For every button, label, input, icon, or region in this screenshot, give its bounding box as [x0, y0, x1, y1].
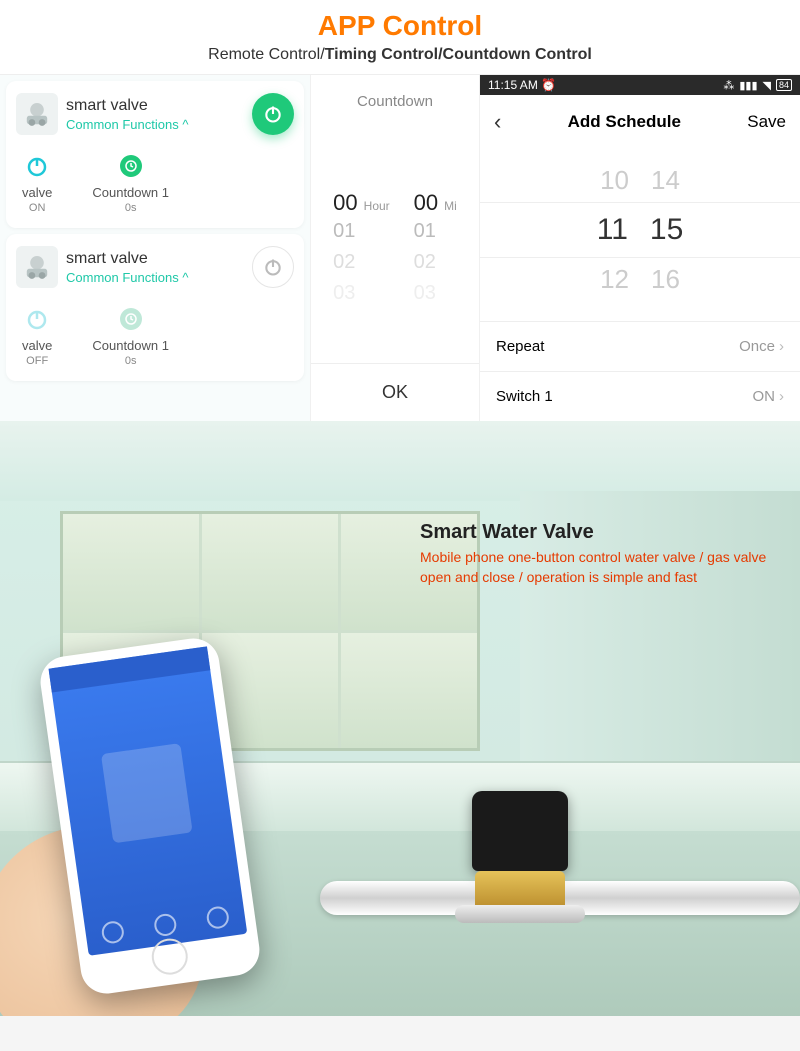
valve-thumbnail-icon: [16, 93, 58, 135]
header-title: APP Control: [0, 10, 800, 42]
phone-app-screen: [49, 646, 248, 955]
app-screens-row: smart valve Common Functions ^ valve ON …: [0, 74, 800, 421]
time-picker-wheel[interactable]: 1014 1115 1216: [480, 149, 800, 321]
clock-icon: [120, 155, 142, 177]
valve-thumbnail-icon: [16, 246, 58, 288]
device-card-on: smart valve Common Functions ^ valve ON …: [6, 81, 304, 228]
wifi-icon: ◥: [763, 79, 771, 92]
schedule-panel: 11:15 AM ⏰ ⁂ ▮▮▮ ◥ 84 ‹ Add Schedule Sav…: [480, 75, 800, 421]
repeat-row[interactable]: Repeat Once›: [480, 321, 800, 371]
chevron-right-icon: ›: [779, 338, 784, 355]
product-hero-image: Smart Water Valve Mobile phone one-butto…: [0, 421, 800, 1016]
signal-icon: ▮▮▮: [739, 79, 757, 92]
chevron-right-icon: ›: [779, 388, 784, 405]
smart-valve-device: [440, 791, 600, 921]
countdown-tile[interactable]: Countdown 1 0s: [92, 306, 169, 367]
hero-description: Mobile phone one-button control water va…: [420, 548, 780, 587]
valve-status-tile[interactable]: valve OFF: [22, 306, 52, 367]
device-name: smart valve: [66, 250, 244, 268]
countdown-title: Countdown: [311, 75, 479, 190]
power-button-off[interactable]: [252, 246, 294, 288]
header-subtitle: Remote Control/Timing Control/Countdown …: [0, 46, 800, 64]
countdown-tile[interactable]: Countdown 1 0s: [92, 153, 169, 214]
device-card-off: smart valve Common Functions ^ valve OFF…: [6, 234, 304, 381]
battery-icon: 84: [776, 79, 792, 91]
back-button[interactable]: ‹: [494, 109, 501, 135]
device-name: smart valve: [66, 97, 244, 115]
common-functions-toggle[interactable]: Common Functions ^: [66, 117, 244, 132]
countdown-panel: Countdown 00Hour 01 02 03 00Mi 01 02 03 …: [310, 75, 480, 421]
power-button-on[interactable]: [252, 93, 294, 135]
device-cards-panel: smart valve Common Functions ^ valve ON …: [0, 75, 310, 421]
valve-status-tile[interactable]: valve ON: [22, 153, 52, 214]
countdown-ok-button[interactable]: OK: [311, 363, 479, 421]
phone-in-hand: [0, 636, 300, 1016]
phone-status-bar: 11:15 AM ⏰ ⁂ ▮▮▮ ◥ 84: [480, 75, 800, 95]
bluetooth-icon: ⁂: [723, 79, 734, 92]
hero-title: Smart Water Valve: [420, 521, 780, 544]
clock-icon: [120, 308, 142, 330]
schedule-title: Add Schedule: [568, 112, 681, 132]
page-header: APP Control Remote Control/Timing Contro…: [0, 0, 800, 74]
switch-row[interactable]: Switch 1 ON›: [480, 371, 800, 421]
status-time: 11:15 AM ⏰: [488, 78, 556, 92]
common-functions-toggle[interactable]: Common Functions ^: [66, 270, 244, 285]
countdown-wheel[interactable]: 00Hour 01 02 03 00Mi 01 02 03: [311, 190, 479, 309]
save-button[interactable]: Save: [747, 112, 786, 132]
